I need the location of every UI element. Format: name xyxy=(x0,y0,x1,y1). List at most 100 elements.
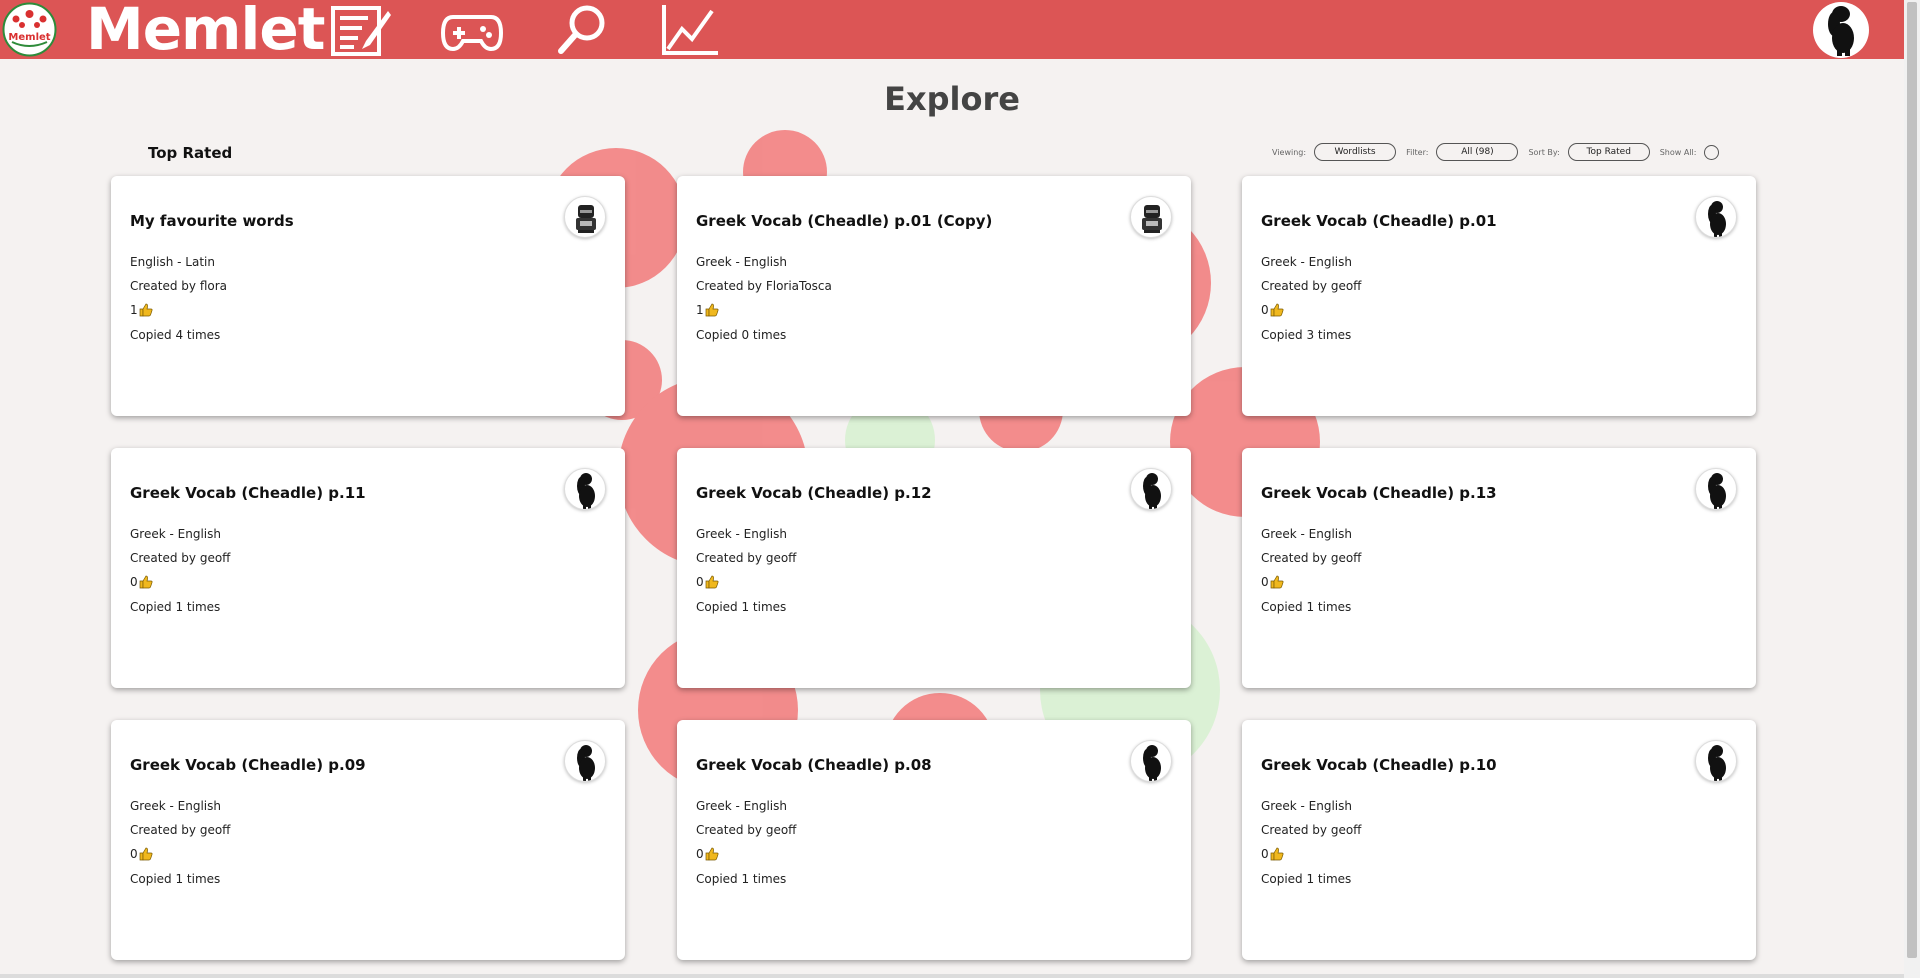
knight-avatar-icon xyxy=(1142,205,1162,233)
user-avatar[interactable] xyxy=(1813,2,1869,58)
thumbs-up-icon[interactable] xyxy=(1270,847,1284,861)
card-likes: 0 xyxy=(1261,303,1284,317)
card-copied-count: Copied 0 times xyxy=(696,328,787,342)
nav-edit-button[interactable] xyxy=(330,3,392,57)
card-creator-avatar[interactable] xyxy=(1695,740,1737,782)
card-creator-avatar[interactable] xyxy=(564,196,606,238)
card-languages: Greek - English xyxy=(1261,527,1352,541)
wordlist-card[interactable]: Greek Vocab (Cheadle) p.11 Greek - Englis… xyxy=(111,448,625,688)
card-copied-count: Copied 1 times xyxy=(696,872,787,886)
sort-select[interactable]: Top Rated xyxy=(1567,143,1650,161)
wordlist-card[interactable]: Greek Vocab (Cheadle) p.08 Greek - Englis… xyxy=(677,720,1191,960)
poodle-avatar-icon xyxy=(1143,745,1161,781)
wordlist-card[interactable]: Greek Vocab (Cheadle) p.10 Greek - Englis… xyxy=(1242,720,1756,960)
card-title[interactable]: Greek Vocab (Cheadle) p.01 (Copy) xyxy=(696,212,992,230)
card-creator: Created by FloriaTosca xyxy=(696,279,832,293)
page-scrollbar[interactable] xyxy=(1904,0,1920,978)
poodle-avatar-icon xyxy=(1828,6,1854,56)
card-title[interactable]: Greek Vocab (Cheadle) p.10 xyxy=(1261,756,1497,774)
card-languages: Greek - English xyxy=(696,799,787,813)
likes-count: 1 xyxy=(696,303,704,317)
poodle-avatar-icon xyxy=(1708,473,1726,509)
card-creator-avatar[interactable] xyxy=(1695,196,1737,238)
search-icon xyxy=(558,5,605,54)
card-copied-count: Copied 1 times xyxy=(1261,872,1352,886)
card-languages: Greek - English xyxy=(130,527,221,541)
wordlist-card[interactable]: Greek Vocab (Cheadle) p.01 (Copy) Greek -… xyxy=(677,176,1191,416)
card-likes: 1 xyxy=(696,303,719,317)
card-creator: Created by geoff xyxy=(1261,551,1362,565)
card-title[interactable]: Greek Vocab (Cheadle) p.01 xyxy=(1261,212,1497,230)
card-creator-avatar[interactable] xyxy=(1130,740,1172,782)
likes-count: 0 xyxy=(696,575,704,589)
card-likes: 0 xyxy=(1261,847,1284,861)
stats-chart-icon xyxy=(662,5,718,55)
memlet-logo-icon: Memlet xyxy=(2,2,57,57)
wordlist-card[interactable]: Greek Vocab (Cheadle) p.12 Greek - Englis… xyxy=(677,448,1191,688)
thumbs-up-icon[interactable] xyxy=(139,303,153,317)
card-creator-avatar[interactable] xyxy=(1130,468,1172,510)
section-title: Top Rated xyxy=(148,144,233,162)
card-title[interactable]: My favourite words xyxy=(130,212,294,230)
card-creator: Created by flora xyxy=(130,279,228,293)
card-creator-avatar[interactable] xyxy=(1130,196,1172,238)
thumbs-up-icon[interactable] xyxy=(139,575,153,589)
memlet-logo-badge[interactable]: Memlet xyxy=(2,2,57,57)
thumbs-up-icon[interactable] xyxy=(139,847,153,861)
logo-text: Memlet xyxy=(8,32,50,43)
nav-games-button[interactable] xyxy=(440,3,504,57)
card-title[interactable]: Greek Vocab (Cheadle) p.13 xyxy=(1261,484,1497,502)
wordlist-card[interactable]: Greek Vocab (Cheadle) p.13 Greek - Englis… xyxy=(1242,448,1756,688)
bottom-strip xyxy=(0,974,1904,978)
card-likes: 0 xyxy=(130,575,153,589)
likes-count: 0 xyxy=(1261,847,1269,861)
scrollbar-thumb[interactable] xyxy=(1907,2,1917,958)
card-creator: Created by geoff xyxy=(130,823,231,837)
poodle-avatar-icon xyxy=(1708,745,1726,781)
card-title[interactable]: Greek Vocab (Cheadle) p.09 xyxy=(130,756,366,774)
card-creator-avatar[interactable] xyxy=(564,468,606,510)
top-nav-bar: Memlet Memlet xyxy=(0,0,1904,63)
show-all-label: Show All: xyxy=(1659,147,1697,157)
card-likes: 1 xyxy=(130,303,153,317)
card-languages: Greek - English xyxy=(1261,255,1352,269)
likes-count: 0 xyxy=(130,575,138,589)
filter-select[interactable]: All (98) xyxy=(1436,143,1519,161)
card-languages: English - Latin xyxy=(130,255,215,269)
likes-count: 0 xyxy=(696,847,704,861)
card-title[interactable]: Greek Vocab (Cheadle) p.11 xyxy=(130,484,366,502)
list-controls: Viewing: Wordlists Filter: All (98) Sort… xyxy=(1272,142,1720,162)
card-creator: Created by geoff xyxy=(696,551,797,565)
card-creator: Created by geoff xyxy=(130,551,231,565)
likes-count: 1 xyxy=(130,303,138,317)
thumbs-up-icon[interactable] xyxy=(705,575,719,589)
card-copied-count: Copied 1 times xyxy=(696,600,787,614)
poodle-avatar-icon xyxy=(1708,201,1726,237)
likes-count: 0 xyxy=(130,847,138,861)
card-title[interactable]: Greek Vocab (Cheadle) p.08 xyxy=(696,756,932,774)
card-copied-count: Copied 1 times xyxy=(130,600,221,614)
card-creator-avatar[interactable] xyxy=(1695,468,1737,510)
viewing-select[interactable]: Wordlists xyxy=(1314,143,1397,161)
card-languages: Greek - English xyxy=(696,255,787,269)
card-creator-avatar[interactable] xyxy=(564,740,606,782)
card-languages: Greek - English xyxy=(130,799,221,813)
poodle-avatar-icon xyxy=(577,473,595,509)
thumbs-up-icon[interactable] xyxy=(705,847,719,861)
card-likes: 0 xyxy=(130,847,153,861)
wordlist-card[interactable]: My favourite words English - Latin Created… xyxy=(111,176,625,416)
nav-stats-button[interactable] xyxy=(660,3,722,57)
brand-title[interactable]: Memlet xyxy=(86,0,325,63)
thumbs-up-icon[interactable] xyxy=(1270,575,1284,589)
card-copied-count: Copied 3 times xyxy=(1261,328,1352,342)
wordlist-card[interactable]: Greek Vocab (Cheadle) p.09 Greek - Englis… xyxy=(111,720,625,960)
gamepad-icon xyxy=(440,15,504,52)
filter-label: Filter: xyxy=(1406,147,1429,157)
show-all-toggle[interactable] xyxy=(1704,144,1720,160)
nav-search-button[interactable] xyxy=(551,3,613,57)
thumbs-up-icon[interactable] xyxy=(705,303,719,317)
thumbs-up-icon[interactable] xyxy=(1270,303,1284,317)
wordlist-card[interactable]: Greek Vocab (Cheadle) p.01 Greek - Englis… xyxy=(1242,176,1756,416)
card-likes: 0 xyxy=(696,575,719,589)
card-title[interactable]: Greek Vocab (Cheadle) p.12 xyxy=(696,484,932,502)
